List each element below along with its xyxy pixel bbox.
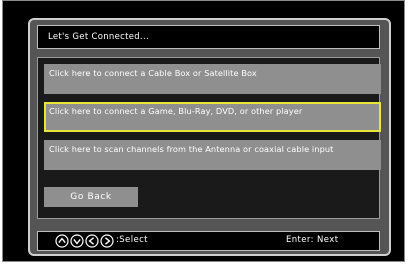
left-arrow-icon xyxy=(85,234,99,248)
footer-hint-bar: :Select Enter: Next xyxy=(37,231,380,251)
up-arrow-icon xyxy=(55,234,69,248)
down-arrow-icon xyxy=(70,234,84,248)
nav-arrows xyxy=(55,234,114,248)
option-game-bluray-dvd[interactable]: Click here to connect a Game, Blu-Ray, D… xyxy=(44,102,381,132)
tv-screen: Let's Get Connected... Click here to con… xyxy=(2,0,405,262)
option-cable-satellite[interactable]: Click here to connect a Cable Box or Sat… xyxy=(44,64,381,94)
select-hint: :Select xyxy=(116,235,148,245)
dialog-title: Let's Get Connected... xyxy=(37,25,380,49)
setup-dialog: Let's Get Connected... Click here to con… xyxy=(28,18,391,256)
option-scan-antenna[interactable]: Click here to scan channels from the Ant… xyxy=(44,140,381,170)
options-menu: Click here to connect a Cable Box or Sat… xyxy=(37,57,381,219)
go-back-button[interactable]: Go Back xyxy=(44,187,138,207)
right-arrow-icon xyxy=(100,234,114,248)
enter-next-hint: Enter: Next xyxy=(286,235,339,245)
